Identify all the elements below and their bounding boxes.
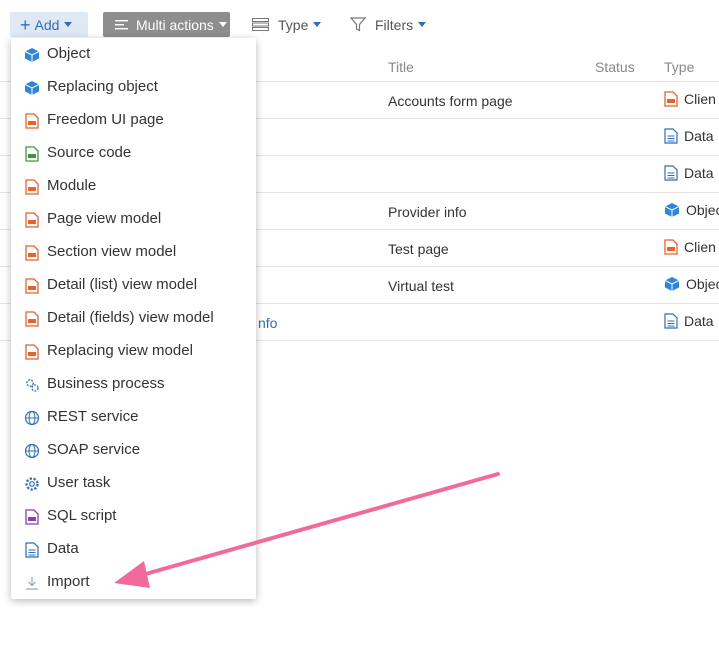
row-type: Data [664,165,714,181]
menu-item-object[interactable]: Object [11,38,256,71]
menu-item-detail-fields-view-model[interactable]: Detail (fields) view model [11,302,256,335]
type-button[interactable]: Type [252,12,322,37]
filter-icon [350,17,366,32]
menu-item-label: Business process [47,375,165,392]
object-icon [664,203,680,217]
menu-item-label: Page view model [47,210,162,227]
menu-item-label: Module [47,177,97,194]
download-icon [26,577,38,590]
menu-item-label: User task [47,474,111,491]
row-type: Objec [664,202,719,218]
menu-item-source-code[interactable]: Source code [11,137,256,170]
menu-lines-icon [115,19,128,29]
multi-actions-label: Multi actions [136,16,214,33]
menu-item-sql-script[interactable]: SQL script [11,500,256,533]
data-icon [664,313,678,329]
js-file-icon [25,179,39,195]
row-type: Data [664,128,714,144]
globe-icon [24,410,40,426]
menu-item-label: Source code [47,144,132,161]
add-button[interactable]: + Add [10,12,88,37]
list-icon [252,18,269,31]
multi-actions-button[interactable]: Multi actions [103,12,230,37]
menu-item-soap-service[interactable]: SOAP service [11,434,256,467]
menu-item-data[interactable]: Data [11,533,256,566]
row-title: Virtual test [388,278,454,294]
gear-icon [25,477,39,491]
row-type: Objec [664,276,719,292]
client-module-icon [664,91,678,107]
row-title: Accounts form page [388,93,513,109]
menu-item-label: Detail (fields) view model [47,309,214,326]
js-file-icon [25,113,39,129]
menu-item-label: Freedom UI page [47,111,164,128]
row-type: Clien [664,91,716,107]
js-file-icon [25,212,39,228]
data-icon [25,542,39,558]
menu-item-section-view-model[interactable]: Section view model [11,236,256,269]
menu-item-label: REST service [47,408,139,425]
row-type: Clien [664,239,716,255]
menu-item-label: Replacing object [47,78,158,95]
menu-item-replacing-view-model[interactable]: Replacing view model [11,335,256,368]
js-file-icon [25,278,39,294]
filters-button[interactable]: Filters [350,12,427,37]
column-header-status[interactable]: Status [595,59,635,75]
source-code-icon [25,146,39,162]
column-header-title[interactable]: Title [388,59,414,75]
row-title: Test page [388,241,449,257]
globe-icon [24,443,40,459]
column-header-type[interactable]: Type [664,59,694,75]
process-icon [26,379,39,392]
filters-button-label: Filters [375,16,414,33]
row-name-link[interactable]: nfo [258,315,277,331]
menu-item-label: Section view model [47,243,177,260]
data-icon [664,165,678,181]
js-file-icon [25,245,39,261]
js-file-icon [25,344,39,360]
row-type: Data [664,313,714,329]
menu-item-module[interactable]: Module [11,170,256,203]
menu-item-label: SQL script [47,507,117,524]
data-icon [664,128,678,144]
menu-item-label: Replacing view model [47,342,193,359]
plus-icon: + [20,14,31,35]
object-icon [24,48,40,62]
object-icon [664,277,680,291]
menu-item-freedom-ui-page[interactable]: Freedom UI page [11,104,256,137]
sql-icon [25,509,39,525]
menu-item-rest-service[interactable]: REST service [11,401,256,434]
menu-item-label: Import [47,573,90,590]
type-button-label: Type [278,16,309,33]
client-module-icon [664,239,678,255]
menu-item-user-task[interactable]: User task [11,467,256,500]
chevron-down-icon [418,22,427,27]
row-title: Provider info [388,204,467,220]
menu-item-import[interactable]: Import [11,566,256,599]
add-button-label: Add [34,16,60,33]
menu-item-replacing-object[interactable]: Replacing object [11,71,256,104]
chevron-down-icon [64,22,73,27]
menu-item-page-view-model[interactable]: Page view model [11,203,256,236]
chevron-down-icon [313,22,322,27]
menu-item-business-process[interactable]: Business process [11,368,256,401]
add-dropdown-menu: Object Replacing object Freedom UI page … [11,38,256,599]
menu-item-label: Object [47,45,91,62]
menu-item-label: Detail (list) view model [47,276,198,293]
menu-item-label: Data [47,540,79,557]
menu-item-label: SOAP service [47,441,141,458]
js-file-icon [25,311,39,327]
chevron-down-icon [218,22,227,27]
menu-item-detail-list-view-model[interactable]: Detail (list) view model [11,269,256,302]
object-icon [24,81,40,95]
